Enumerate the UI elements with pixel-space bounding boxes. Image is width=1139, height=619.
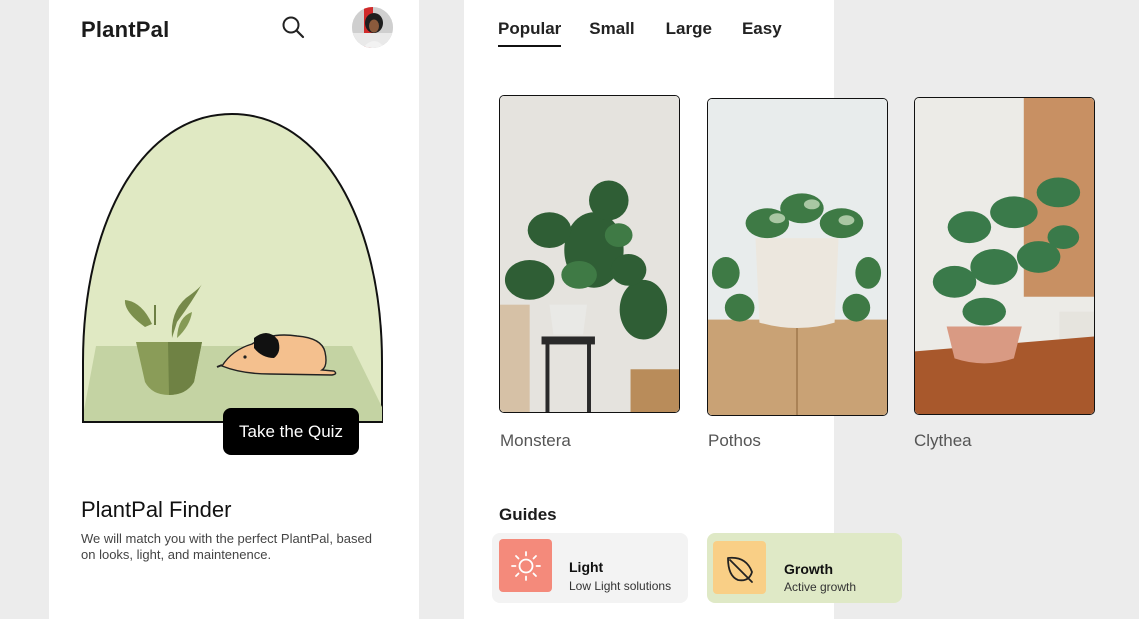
guide-title: Light bbox=[569, 559, 604, 575]
home-screen: PlantPal Take the Quiz PlantPal Finder W… bbox=[49, 0, 419, 619]
plant-name[interactable]: Monstera bbox=[500, 431, 571, 451]
guide-card-growth[interactable]: Growth Active growth bbox=[707, 533, 902, 603]
take-quiz-button[interactable]: Take the Quiz bbox=[223, 408, 359, 455]
clythea-photo bbox=[915, 98, 1094, 414]
tab-popular[interactable]: Popular bbox=[498, 19, 562, 47]
tab-easy[interactable]: Easy bbox=[742, 19, 782, 45]
avatar[interactable] bbox=[352, 7, 393, 48]
category-tabs: Popular Small Large Easy bbox=[498, 19, 810, 47]
guides-heading: Guides bbox=[499, 505, 557, 524]
guide-subtitle: Active growth bbox=[784, 580, 857, 594]
plant-name[interactable]: Pothos bbox=[708, 431, 761, 451]
hero-illustration bbox=[82, 112, 384, 424]
plant-card-pothos[interactable] bbox=[707, 98, 888, 416]
monstera-photo bbox=[500, 96, 679, 412]
search-icon[interactable] bbox=[281, 15, 307, 41]
finder-description: We will match you with the perfect Plant… bbox=[81, 531, 372, 562]
tab-large[interactable]: Large bbox=[666, 19, 712, 45]
plant-card-monstera[interactable] bbox=[499, 95, 680, 413]
plant-card-clythea[interactable] bbox=[914, 97, 1095, 415]
leaf-icon bbox=[713, 541, 766, 594]
guide-title: Growth bbox=[784, 561, 833, 577]
plant-name[interactable]: Clythea bbox=[914, 431, 972, 451]
pothos-photo bbox=[708, 99, 887, 415]
guide-subtitle: Low Light solutions bbox=[569, 579, 672, 593]
sun-icon bbox=[499, 539, 552, 592]
app-title: PlantPal bbox=[81, 17, 170, 42]
tab-small[interactable]: Small bbox=[589, 19, 634, 45]
finder-title: PlantPal Finder bbox=[81, 497, 232, 522]
guide-card-light[interactable]: Light Low Light solutions bbox=[492, 533, 688, 603]
